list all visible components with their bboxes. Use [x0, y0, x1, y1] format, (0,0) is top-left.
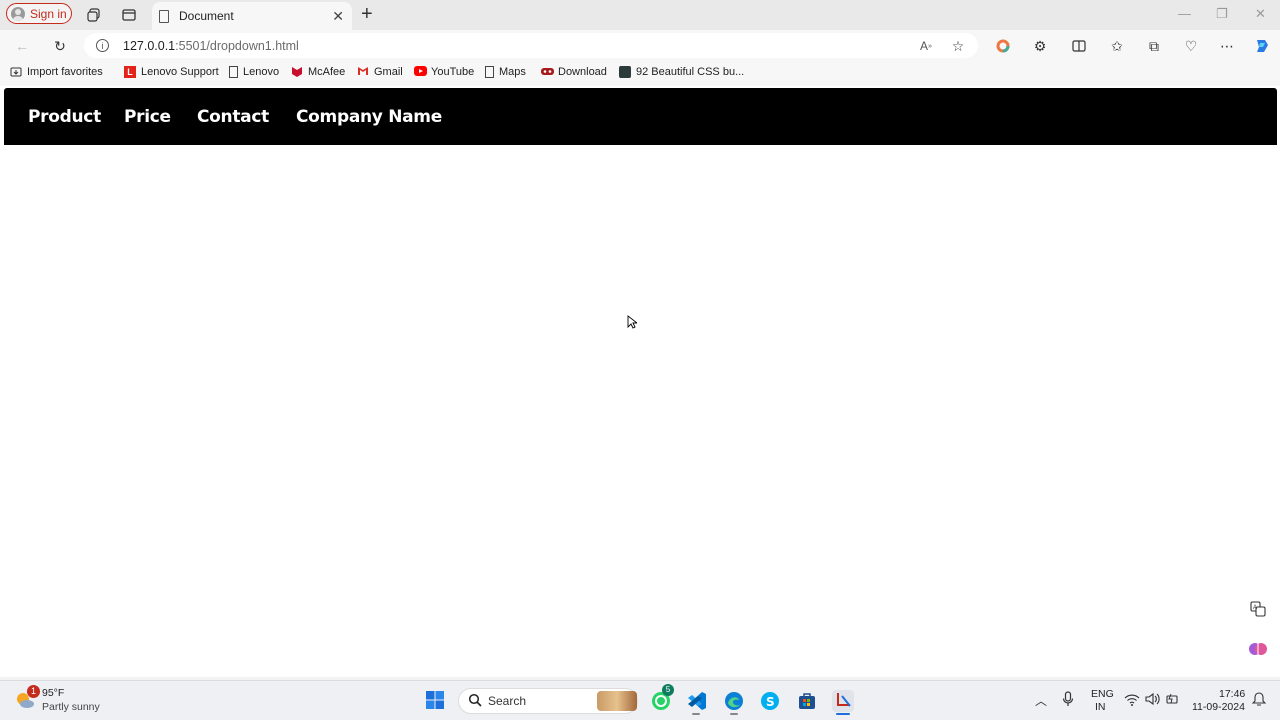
volume-icon[interactable]	[1145, 692, 1161, 711]
favorites-icon[interactable]: ✩	[1107, 36, 1127, 56]
translate-icon[interactable]: A	[1247, 598, 1269, 620]
svg-text:A: A	[1253, 605, 1257, 611]
minimize-button[interactable]: —	[1178, 6, 1191, 21]
page-icon	[159, 9, 169, 23]
back-icon[interactable]: ←	[12, 36, 32, 56]
favorite-gmail[interactable]: Gmail	[357, 66, 403, 78]
page-icon	[229, 66, 238, 78]
collections-icon[interactable]: ⧉	[1144, 36, 1164, 56]
vscode-running-indicator	[692, 713, 700, 715]
weather-description: Partly sunny	[42, 701, 100, 713]
site-info-icon[interactable]: i	[96, 39, 109, 52]
nav-link-contact[interactable]: Contact	[197, 107, 269, 127]
favorite-lenovo[interactable]: Lenovo	[229, 66, 279, 78]
search-icon	[468, 693, 482, 710]
lenovo-support-icon: L	[124, 66, 136, 78]
import-icon	[10, 66, 22, 78]
vscode-taskbar-icon[interactable]	[686, 690, 708, 712]
download-icon	[541, 66, 554, 78]
youtube-icon	[414, 66, 427, 78]
mouse-cursor-icon	[627, 315, 639, 329]
favorite-maps[interactable]: Maps	[485, 66, 526, 78]
favorite-star-icon[interactable]: ☆	[948, 36, 968, 56]
nav-link-product[interactable]: Product	[28, 107, 101, 127]
show-hidden-icons-icon[interactable]: ︿	[1035, 692, 1047, 709]
url-path: :5501/dropdown1.html	[175, 38, 299, 53]
tab-actions-icon[interactable]	[120, 6, 138, 24]
browser-essentials-icon[interactable]: ♡	[1181, 36, 1201, 56]
clock-date[interactable]: 11-09-2024	[1192, 701, 1245, 713]
browser-title-bar: Sign in Document ✕ + — ❐ ✕	[0, 0, 1280, 30]
search-highlight-image	[597, 691, 637, 711]
copilot-icon[interactable]	[1252, 36, 1272, 56]
notifications-icon[interactable]	[1251, 692, 1267, 712]
favorite-lenovo-support[interactable]: L Lenovo Support	[124, 66, 219, 78]
close-tab-icon[interactable]: ✕	[332, 8, 344, 25]
microphone-icon[interactable]	[1062, 691, 1074, 712]
tab-document[interactable]: Document ✕	[152, 2, 352, 30]
browser-toolbar: ← ↻ i 127.0.0.1:5501/dropdown1.html A» ☆…	[0, 30, 1280, 60]
sign-in-label: Sign in	[30, 6, 67, 21]
brain-extension-icon[interactable]	[1247, 638, 1269, 660]
split-screen-icon[interactable]	[1069, 36, 1089, 56]
store-taskbar-icon[interactable]	[796, 690, 818, 712]
clock-time[interactable]: 17:46	[1219, 688, 1245, 700]
whatsapp-taskbar-icon[interactable]: 5	[650, 684, 674, 712]
gmail-icon	[357, 66, 369, 78]
read-aloud-icon[interactable]: A»	[916, 36, 936, 56]
favorite-download[interactable]: Download	[541, 66, 607, 78]
edge-taskbar-icon[interactable]	[723, 690, 745, 712]
whatsapp-badge: 5	[662, 684, 674, 696]
skype-taskbar-icon[interactable]: S	[759, 690, 781, 712]
weather-temperature: 95°F	[42, 687, 65, 699]
language-bottom[interactable]: IN	[1095, 701, 1106, 713]
nav-link-price[interactable]: Price	[124, 107, 171, 127]
edge-running-indicator	[730, 713, 738, 715]
page-viewport: Product Price Contact Company Name	[4, 88, 1277, 677]
tab-title: Document	[179, 9, 234, 23]
active-indicator	[836, 713, 850, 715]
css-icon	[619, 66, 631, 78]
windows-logo-icon	[426, 691, 444, 709]
favorites-bar: Import favorites L Lenovo Support Lenovo…	[0, 60, 1280, 86]
snipping-tool-taskbar-icon[interactable]	[832, 690, 854, 715]
windows-taskbar: 1 95°F Partly sunny Search 5 S ︿ ENG IN	[0, 680, 1280, 720]
profile-avatar-icon	[11, 6, 25, 21]
favorite-css-buttons[interactable]: 92 Beautiful CSS bu...	[619, 66, 744, 78]
workspaces-icon[interactable]	[85, 6, 103, 24]
sign-in-button[interactable]: Sign in	[6, 3, 72, 24]
battery-icon[interactable]	[1165, 692, 1179, 711]
close-window-button[interactable]: ✕	[1255, 6, 1266, 22]
address-bar[interactable]: i 127.0.0.1:5501/dropdown1.html	[84, 33, 978, 58]
url-host: 127.0.0.1	[123, 38, 176, 53]
mcafee-icon	[291, 66, 303, 78]
restore-button[interactable]: ❐	[1216, 6, 1228, 22]
search-label: Search	[488, 694, 527, 708]
page-icon	[485, 66, 494, 78]
favorite-youtube[interactable]: YouTube	[414, 66, 474, 78]
wifi-icon[interactable]	[1124, 693, 1140, 711]
site-header: Product Price Contact Company Name	[4, 88, 1277, 145]
weather-widget[interactable]: 1	[14, 685, 40, 711]
language-top[interactable]: ENG	[1091, 688, 1114, 700]
weather-badge: 1	[27, 685, 40, 698]
refresh-icon[interactable]: ↻	[50, 36, 70, 56]
taskbar-search-box[interactable]: Search	[458, 688, 638, 714]
favorite-import[interactable]: Import favorites	[10, 66, 103, 78]
new-tab-button[interactable]: +	[361, 4, 373, 24]
nav-link-company-name[interactable]: Company Name	[296, 107, 442, 127]
svg-text:S: S	[766, 695, 775, 709]
more-options-icon[interactable]: ⋯	[1217, 36, 1237, 56]
favorite-mcafee[interactable]: McAfee	[291, 66, 345, 78]
extensions-icon[interactable]: ⚙	[1030, 36, 1050, 56]
start-button[interactable]	[425, 690, 447, 712]
copilot-color-icon[interactable]	[993, 36, 1013, 56]
